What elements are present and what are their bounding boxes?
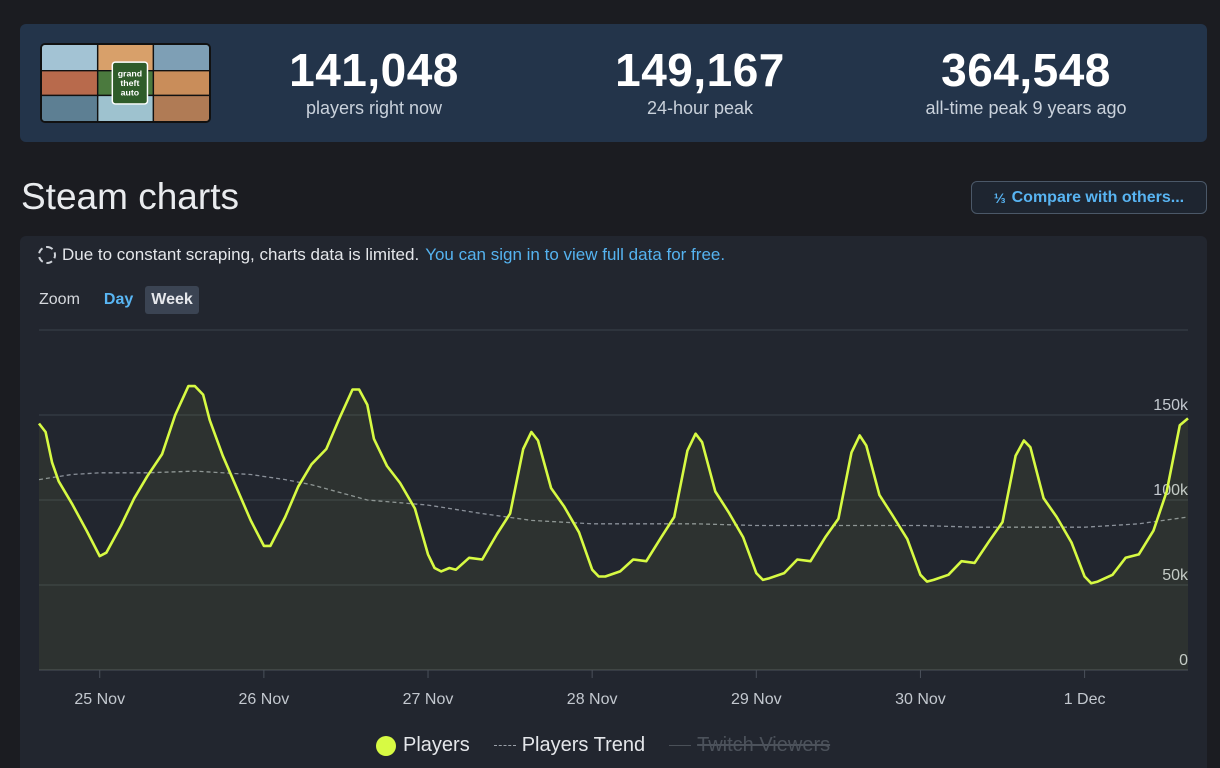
x-tick-label: 29 Nov <box>731 691 782 708</box>
game-cover-art: grand theft auto <box>42 45 209 121</box>
current-players-label: players right now <box>305 98 443 118</box>
legend-trend-label: Players Trend <box>521 734 646 756</box>
compare-with-others-button[interactable]: ⅓ Compare with others... <box>971 181 1207 214</box>
players-area <box>39 386 1188 670</box>
svg-text:auto: auto <box>121 87 140 97</box>
all-time-peak-label: all-time peak 9 years ago <box>925 98 1127 118</box>
current-players-value: 141,048 <box>289 44 459 96</box>
x-tick-label: 27 Nov <box>403 691 454 708</box>
peak-24h-stat: 149,167 24-hour peak <box>550 44 850 120</box>
x-tick-label: 26 Nov <box>239 691 290 708</box>
player-count-chart[interactable]: 050k100k150k25 Nov26 Nov27 Nov28 Nov29 N… <box>20 236 1207 768</box>
stats-bar: grand theft auto 141,048 players right n… <box>20 24 1207 142</box>
x-tick-label: 1 Dec <box>1064 691 1106 708</box>
legend-twitch-viewers[interactable]: Twitch Viewers <box>669 734 830 757</box>
svg-text:grand: grand <box>118 68 142 78</box>
fraction-icon: ⅓ <box>993 189 1006 206</box>
players-dot-icon <box>376 735 396 756</box>
current-players-stat: 141,048 players right now <box>224 44 524 120</box>
zoom-label: Zoom <box>39 291 80 308</box>
legend-players-label: Players <box>403 734 470 756</box>
dashed-line-icon <box>493 745 516 746</box>
svg-text:theft: theft <box>120 78 139 88</box>
notice-text: Due to constant scraping, charts data is… <box>62 245 420 264</box>
zoom-week-button[interactable]: Week <box>145 286 199 314</box>
chart-panel: 050k100k150k25 Nov26 Nov27 Nov28 Nov29 N… <box>20 236 1207 768</box>
legend-players-trend[interactable]: Players Trend <box>493 734 646 757</box>
all-time-peak-value: 364,548 <box>941 44 1111 96</box>
data-limit-notice: Due to constant scraping, charts data is… <box>38 245 725 265</box>
chart-legend: Players Players Trend Twitch Viewers <box>376 734 854 757</box>
legend-players[interactable]: Players <box>376 734 470 757</box>
x-tick-label: 30 Nov <box>895 691 946 708</box>
loading-circle-icon <box>38 246 56 264</box>
compare-label: Compare with others... <box>1011 188 1185 206</box>
zoom-controls: Zoom Day Week <box>39 286 199 314</box>
x-tick-label: 28 Nov <box>567 691 618 708</box>
y-tick-label: 150k <box>1153 397 1189 414</box>
page-title: Steam charts <box>21 176 239 217</box>
peak-24h-label: 24-hour peak <box>646 98 754 118</box>
solid-line-icon <box>669 745 692 746</box>
peak-24h-value: 149,167 <box>615 44 785 96</box>
game-cover-image[interactable]: grand theft auto <box>40 43 211 123</box>
zoom-day-button[interactable]: Day <box>98 286 139 314</box>
all-time-peak-stat: 364,548 all-time peak 9 years ago <box>876 44 1176 120</box>
x-tick-label: 25 Nov <box>74 691 125 708</box>
sign-in-link[interactable]: You can sign in to view full data for fr… <box>425 245 725 265</box>
legend-twitch-label: Twitch Viewers <box>697 734 831 756</box>
